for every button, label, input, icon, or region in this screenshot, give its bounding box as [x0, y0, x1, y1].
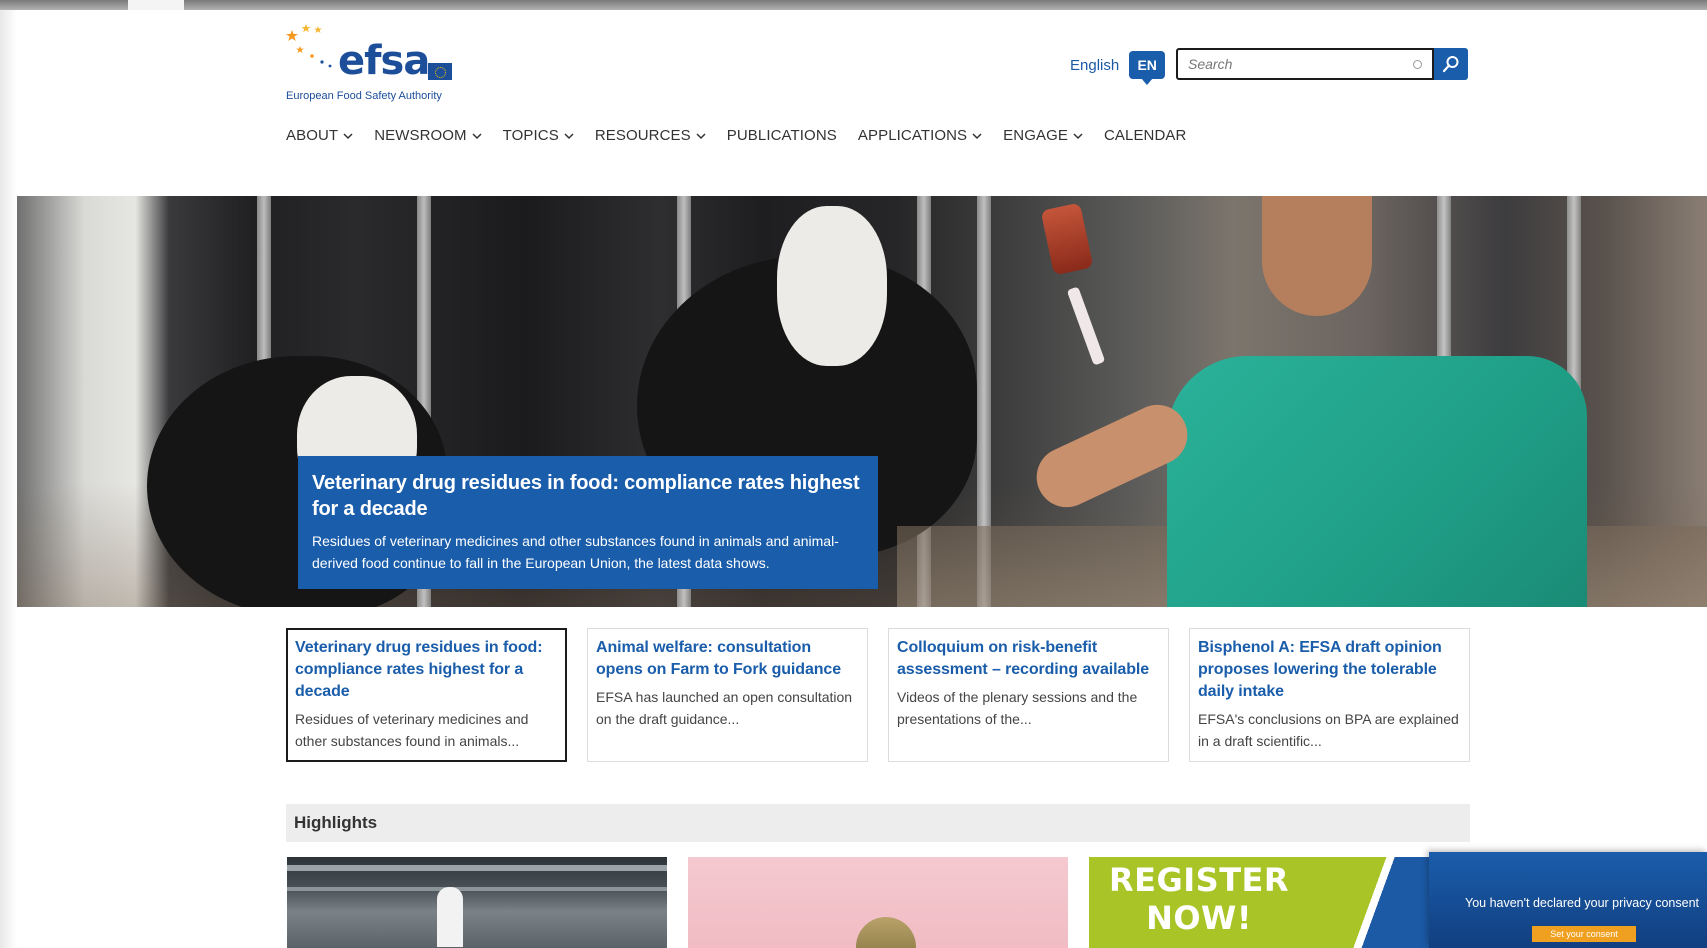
nav-item-newsroom[interactable]: NEWSROOM	[374, 127, 482, 144]
ceiling-beam	[287, 887, 667, 891]
card-title[interactable]: Bisphenol A: EFSA draft opinion proposes…	[1198, 637, 1461, 703]
card-title[interactable]: Veterinary drug residues in food: compli…	[295, 637, 558, 703]
card-text: EFSA has launched an open consultation o…	[596, 689, 853, 727]
chevron-down-icon	[472, 132, 482, 139]
highlight-thumb-asparagus[interactable]	[688, 857, 1068, 948]
highlight-thumb-lab[interactable]	[287, 857, 667, 948]
cow-patch	[777, 206, 887, 366]
news-card[interactable]: Colloquium on risk-benefit assessment – …	[888, 628, 1169, 762]
chevron-down-icon	[1073, 132, 1083, 139]
search-button[interactable]	[1434, 48, 1468, 80]
card-text: Residues of veterinary medicines and oth…	[295, 711, 529, 749]
consent-text: You haven't declared your privacy consen…	[1465, 896, 1700, 910]
search-bar	[1176, 48, 1468, 80]
vet-face	[1262, 196, 1372, 316]
language-code-badge[interactable]: EN	[1129, 51, 1166, 85]
news-cards: Veterinary drug residues in food: compli…	[286, 628, 1470, 762]
nav-item-about[interactable]: ABOUT	[286, 127, 353, 144]
card-text: Videos of the plenary sessions and the p…	[897, 689, 1138, 727]
register-now-text: REGISTER NOW!	[1108, 861, 1290, 937]
ceiling-beam	[287, 865, 667, 871]
highlights-thumbnails: REGISTER NOW!	[287, 857, 1487, 948]
chevron-down-icon	[972, 132, 982, 139]
card-title[interactable]: Animal welfare: consultation opens on Fa…	[596, 637, 859, 681]
language-selector[interactable]: English EN	[1070, 51, 1166, 85]
search-icon	[1442, 56, 1459, 73]
news-card[interactable]: Bisphenol A: EFSA draft opinion proposes…	[1189, 628, 1470, 762]
nav-label: APPLICATIONS	[857, 127, 968, 144]
nav-label: ABOUT	[286, 127, 339, 144]
stars-icon	[286, 24, 332, 68]
hero-title[interactable]: Veterinary drug residues in food: compli…	[312, 470, 864, 522]
nav-item-resources[interactable]: RESOURCES	[595, 127, 706, 144]
nav-label: PUBLICATIONS	[726, 127, 837, 144]
card-title[interactable]: Colloquium on risk-benefit assessment – …	[897, 637, 1160, 681]
eu-flag-icon	[428, 63, 452, 80]
nav-label: ENGAGE	[1003, 127, 1068, 144]
highlights-title: Highlights	[294, 813, 378, 832]
left-edge	[0, 10, 17, 948]
language-label[interactable]: English	[1070, 57, 1119, 74]
highlight-thumb-register[interactable]: REGISTER NOW!	[1089, 857, 1469, 948]
syringe	[1066, 286, 1106, 366]
lab-worker	[437, 887, 463, 947]
efsa-logo[interactable]: efsa European Food Safety Authority	[286, 24, 456, 106]
search-box	[1176, 48, 1434, 80]
logo-wordmark: efsa	[338, 38, 430, 84]
browser-tab-strip	[0, 0, 1707, 10]
search-input[interactable]	[1178, 50, 1432, 78]
nav-item-publications[interactable]: PUBLICATIONS	[727, 127, 837, 144]
news-card[interactable]: Animal welfare: consultation opens on Fa…	[587, 628, 868, 762]
chevron-down-icon	[564, 132, 574, 139]
nav-item-engage[interactable]: ENGAGE	[1003, 127, 1083, 144]
news-card[interactable]: Veterinary drug residues in food: compli…	[286, 628, 567, 762]
nav-label: CALENDAR	[1103, 127, 1187, 144]
clear-search-icon[interactable]	[1413, 60, 1422, 69]
card-text: EFSA's conclusions on BPA are explained …	[1198, 711, 1459, 749]
chevron-down-icon	[343, 132, 353, 139]
active-tab[interactable]	[128, 0, 184, 10]
highlights-header: Highlights	[286, 804, 1470, 842]
nav-label: NEWSROOM	[374, 127, 467, 144]
nav-item-calendar[interactable]: CALENDAR	[1104, 127, 1187, 144]
set-consent-button[interactable]: Set your consent	[1532, 926, 1636, 942]
page: efsa European Food Safety Authority Engl…	[0, 0, 1707, 948]
main-nav: ABOUT NEWSROOM TOPICS RESOURCES PUBLICAT…	[286, 127, 1207, 144]
asparagus	[856, 917, 916, 948]
medicine-bottle	[1040, 202, 1094, 276]
privacy-consent-banner: You haven't declared your privacy consen…	[1429, 852, 1707, 948]
chevron-down-icon	[696, 132, 706, 139]
hero-caption[interactable]: Veterinary drug residues in food: compli…	[298, 456, 878, 589]
nav-label: TOPICS	[502, 127, 559, 144]
vet-scrubs	[1167, 356, 1587, 607]
hero-text: Residues of veterinary medicines and oth…	[312, 533, 839, 571]
nav-item-topics[interactable]: TOPICS	[503, 127, 574, 144]
logo-tagline: European Food Safety Authority	[286, 90, 442, 102]
nav-label: RESOURCES	[594, 127, 691, 144]
nav-item-applications[interactable]: APPLICATIONS	[858, 127, 982, 144]
